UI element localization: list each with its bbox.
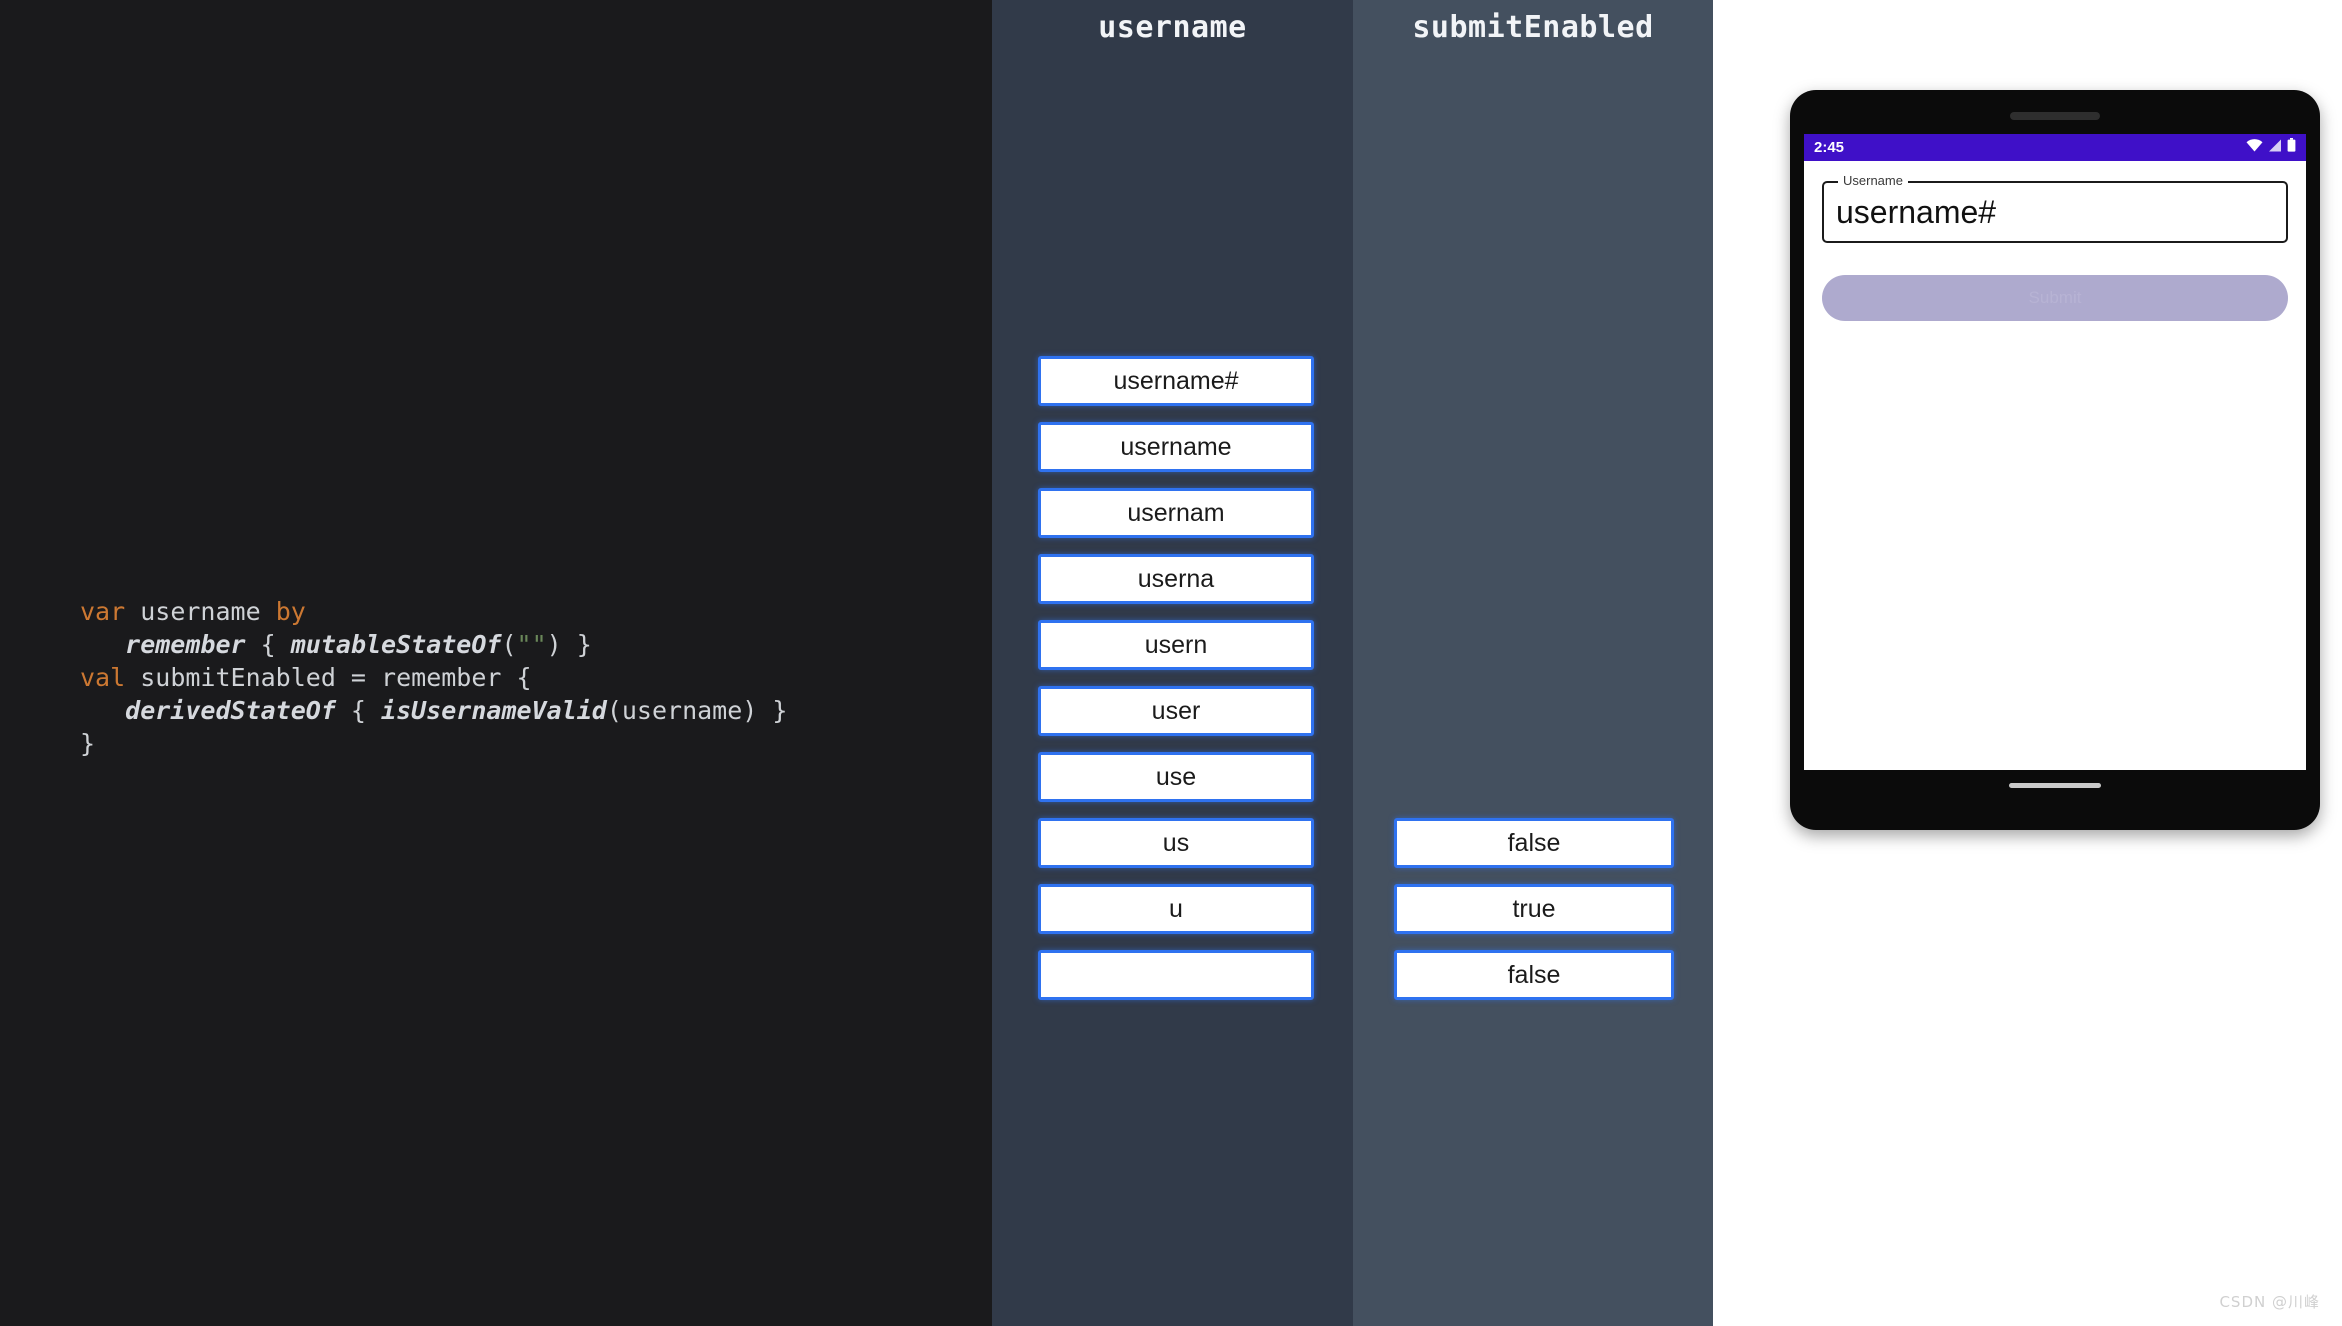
phone-gesture-bar[interactable] (2009, 783, 2101, 788)
code-token: var (80, 597, 141, 626)
username-state-card: username (1038, 422, 1314, 472)
username-state-card: us (1038, 818, 1314, 868)
state-columns: username username# username usernam userna u… (992, 0, 1713, 1326)
state-column-submit-enabled: submitEnabled false true false (1353, 0, 1713, 1326)
phone-frame: 2:45 Username username# Submit (1790, 90, 2320, 830)
code-token: by (275, 597, 306, 626)
username-state-card: username# (1038, 356, 1314, 406)
username-state-card: usern (1038, 620, 1314, 670)
username-text-field[interactable]: Username username# (1822, 173, 2288, 243)
android-status-bar: 2:45 (1804, 134, 2306, 161)
submit-button[interactable]: Submit (1822, 275, 2288, 321)
phone-screen: 2:45 Username username# Submit (1804, 134, 2306, 770)
submit-enabled-state-card: false (1394, 818, 1674, 868)
code-token: derivedStateOf (125, 696, 336, 725)
kotlin-code-snippet: var username by remember { mutableStateO… (80, 595, 787, 760)
username-state-card: u (1038, 884, 1314, 934)
status-bar-clock: 2:45 (1814, 139, 1845, 156)
phone-mockup: 2:45 Username username# Submit (1790, 90, 2320, 830)
status-bar-icons (2246, 138, 2296, 157)
wifi-icon (2246, 138, 2263, 157)
username-state-card: user (1038, 686, 1314, 736)
phone-speaker-grill (2010, 112, 2100, 120)
username-state-card: use (1038, 752, 1314, 802)
submit-enabled-state-card: false (1394, 950, 1674, 1000)
state-card-list-submit-enabled: false true false (1353, 0, 1713, 1326)
code-token: { (335, 696, 382, 725)
code-token: username (140, 597, 276, 626)
app-content: Username username# Submit (1804, 161, 2306, 321)
username-state-card: usernam (1038, 488, 1314, 538)
code-panel: var username by remember { mutableStateO… (0, 0, 992, 1326)
code-token: submitEnabled = remember { (140, 663, 532, 692)
username-state-card (1038, 950, 1314, 1000)
code-token: ( (501, 630, 517, 659)
username-field-value: username# (1836, 193, 1997, 230)
code-token: { (245, 630, 291, 659)
cellular-signal-icon (2268, 139, 2282, 157)
code-token: mutableStateOf (290, 630, 502, 659)
code-token: val (80, 663, 141, 692)
username-state-card: userna (1038, 554, 1314, 604)
watermark: CSDN @川峰 (2219, 1293, 2320, 1311)
state-column-username: username username# username usernam userna u… (992, 0, 1353, 1326)
code-token: ) } (546, 630, 592, 659)
code-token: remember (125, 630, 246, 659)
submit-enabled-state-card: true (1394, 884, 1674, 934)
battery-icon (2287, 138, 2296, 157)
state-card-list-username: username# username usernam userna usern user u… (992, 0, 1353, 1326)
username-field-label: Username (1838, 173, 1908, 188)
code-token: (username) } (606, 696, 788, 725)
code-token: "" (516, 630, 547, 659)
code-token: } (80, 729, 96, 758)
code-token: isUsernameValid (381, 696, 607, 725)
